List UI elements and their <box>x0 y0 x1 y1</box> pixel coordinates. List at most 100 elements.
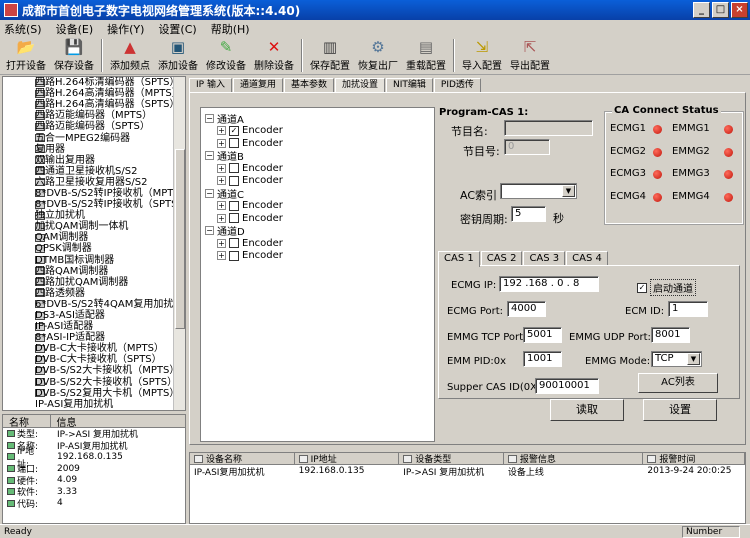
device-tree-item[interactable]: 六路卫星接收复用器S/S2 <box>3 177 185 188</box>
encoder-checkbox[interactable] <box>229 175 239 186</box>
encoder-checkbox[interactable] <box>229 238 239 249</box>
emmg-mode-select[interactable]: TCP ▼ <box>651 351 702 367</box>
device-tree-item[interactable]: QPSK调制器 <box>3 243 185 254</box>
device-tree-item[interactable]: 五合一MPEG2编码器 <box>3 132 185 144</box>
maximize-button[interactable]: □ <box>712 2 729 18</box>
device-tree-item[interactable]: QAM调制器 <box>3 232 185 243</box>
channel-node[interactable]: − 通道D <box>201 225 434 238</box>
log-column-header[interactable]: 报警时间 <box>643 453 745 465</box>
menu-help[interactable]: 帮助(H) <box>211 21 250 37</box>
collapse-icon[interactable]: − <box>205 113 214 123</box>
encoder-checkbox[interactable] <box>229 138 239 149</box>
expand-icon[interactable]: + <box>217 238 226 248</box>
emmg-udp-field[interactable]: 8001 <box>651 327 690 343</box>
menu-device[interactable]: 设备(E) <box>56 21 94 37</box>
cas-tab-3[interactable]: CAS 3 <box>523 251 566 266</box>
tab-2[interactable]: 基本参数 <box>283 78 334 93</box>
menu-settings[interactable]: 设置(C) <box>158 21 196 37</box>
key-cycle-field[interactable]: 5 <box>511 206 546 222</box>
device-tree-item[interactable]: IP-ASI复用加扰机 <box>3 398 185 410</box>
expand-icon[interactable]: + <box>217 163 226 173</box>
edit-device-button[interactable]: ✎ 修改设备 <box>202 37 250 74</box>
export-config-button[interactable]: ⇱ 导出配置 <box>506 37 554 74</box>
device-tree-item[interactable]: 复用器 <box>3 144 185 155</box>
device-tree-item[interactable]: DVB-C大卡接收机（MPTS） <box>3 343 185 354</box>
device-tree-item[interactable]: 8*ASI-IP适配器 <box>3 332 185 343</box>
device-tree-item[interactable]: 四路加扰QAM调制器 <box>3 277 185 288</box>
open-device-button[interactable]: 📂 打开设备 <box>2 37 50 74</box>
device-tree-item[interactable]: 四路迈能编码器（MPTS） <box>3 110 185 121</box>
log-column-header[interactable]: IP地址 <box>295 453 400 465</box>
encoder-checkbox[interactable] <box>229 200 239 211</box>
collapse-icon[interactable]: − <box>205 151 214 161</box>
device-tree-item[interactable]: 四路QAM调制器 <box>3 266 185 277</box>
device-tree-item[interactable]: IP-ASI适配器 <box>3 321 185 332</box>
cas-tab-4[interactable]: CAS 4 <box>566 251 608 266</box>
encoder-checkbox[interactable] <box>229 213 239 224</box>
read-button[interactable]: 读取 <box>550 399 624 421</box>
alarm-log-table[interactable]: 设备名称 IP地址 设备类型 报警信息 报警时间 IP-ASI复用加扰机 192.168.… <box>189 452 746 524</box>
collapse-icon[interactable]: − <box>205 188 214 198</box>
scrollbar-thumb[interactable] <box>175 149 185 329</box>
encoder-node[interactable]: + Encoder <box>201 162 434 175</box>
device-tree-item[interactable]: 四路透频器 <box>3 288 185 299</box>
device-tree-item[interactable]: DTMB国标调制器 <box>3 255 185 266</box>
tab-0[interactable]: IP 输入 <box>189 78 232 93</box>
tab-4[interactable]: NIT编辑 <box>386 78 433 93</box>
encoder-node[interactable]: + Encoder <box>201 250 434 263</box>
save-config-button[interactable]: ▥ 保存配置 <box>306 37 354 74</box>
log-column-header[interactable]: 报警信息 <box>504 453 644 465</box>
expand-icon[interactable]: + <box>217 251 226 261</box>
tab-1[interactable]: 通道复用 <box>232 78 283 93</box>
emmg-tcp-field[interactable]: 5001 <box>523 327 562 343</box>
menu-system[interactable]: 系统(S) <box>4 21 42 37</box>
minimize-button[interactable]: _ <box>693 2 710 18</box>
device-tree-item[interactable]: DVB-S/S2复用大卡机（MPTS） <box>3 388 185 399</box>
set-button[interactable]: 设置 <box>643 399 717 421</box>
ecm-id-field[interactable]: 1 <box>668 301 708 317</box>
encoder-checkbox[interactable]: ✓ <box>229 125 239 136</box>
tab-3[interactable]: 加扰设置 <box>334 78 385 93</box>
device-tree-item[interactable]: 独立加扰机 <box>3 210 185 221</box>
encoder-checkbox[interactable] <box>229 250 239 261</box>
supper-cas-field[interactable]: 90010001 <box>535 378 599 394</box>
encoder-node[interactable]: + Encoder <box>201 237 434 250</box>
channel-node[interactable]: − 通道A <box>201 112 434 126</box>
expand-icon[interactable]: + <box>217 213 226 223</box>
emm-pid-field[interactable]: 1001 <box>523 351 562 367</box>
log-row[interactable]: IP-ASI复用加扰机 192.168.0.135 IP->ASI 复用加扰机 设备上… <box>190 465 745 478</box>
channel-tree[interactable]: − 通道A + ✓ Encoder + Encoder − 通道B + Encoder + Encode… <box>200 107 435 442</box>
info-header-info[interactable]: 信息 <box>51 415 185 429</box>
ecmg-port-field[interactable]: 4000 <box>507 301 546 317</box>
ac-list-button[interactable]: AC列表 <box>638 373 718 393</box>
device-tree-item[interactable]: DVB-C大卡接收机（SPTS） <box>3 354 185 365</box>
device-tree-item[interactable]: 四路H.264标清编码器（SPTS） <box>3 77 185 88</box>
device-tree-scrollbar[interactable] <box>173 77 185 410</box>
device-tree-item[interactable]: 加扰QAM调制一体机 <box>3 221 185 232</box>
expand-icon[interactable]: + <box>217 201 226 211</box>
cas-tab-2[interactable]: CAS 2 <box>480 251 523 266</box>
device-tree-item[interactable]: 四通道卫星接收机S/S2 <box>3 166 185 177</box>
device-tree-item[interactable]: DS3-ASI适配器 <box>3 310 185 321</box>
device-tree-item[interactable]: 双输出复用器 <box>3 155 185 166</box>
log-column-header[interactable]: 设备类型 <box>399 453 504 465</box>
device-tree-item[interactable]: 6*DVB-S/S2转4QAM复用加扰调制器 <box>3 299 185 310</box>
encoder-node[interactable]: + ✓ Encoder <box>201 125 434 138</box>
import-config-button[interactable]: ⇲ 导入配置 <box>458 37 506 74</box>
device-tree-item[interactable]: 四路H.264高清编码器（SPTS） <box>3 99 185 110</box>
expand-icon[interactable]: + <box>217 176 226 186</box>
device-tree-item[interactable]: 8*DVB-S/S2转IP接收机（SPTS） <box>3 199 185 210</box>
device-tree-item[interactable]: DVB-S/S2大卡接收机（SPTS） <box>3 377 185 388</box>
save-device-button[interactable]: 💾 保存设备 <box>50 37 98 74</box>
node-name-field[interactable] <box>504 120 593 136</box>
channel-node[interactable]: − 通道B <box>201 150 434 163</box>
ac-index-select[interactable]: ▼ <box>500 183 577 199</box>
encoder-node[interactable]: + Encoder <box>201 200 434 213</box>
node-num-field[interactable]: 0 <box>504 139 550 155</box>
delete-device-button[interactable]: ✕ 删除设备 <box>250 37 298 74</box>
device-tree-item[interactable]: 8*DVB-S/S2转IP接收机（MPTS） <box>3 188 185 199</box>
log-column-header[interactable]: 设备名称 <box>190 453 295 465</box>
expand-icon[interactable]: + <box>217 138 226 148</box>
add-frequency-button[interactable]: ▲ 添加频点 <box>106 37 154 74</box>
reload-config-button[interactable]: ▤ 重载配置 <box>402 37 450 74</box>
